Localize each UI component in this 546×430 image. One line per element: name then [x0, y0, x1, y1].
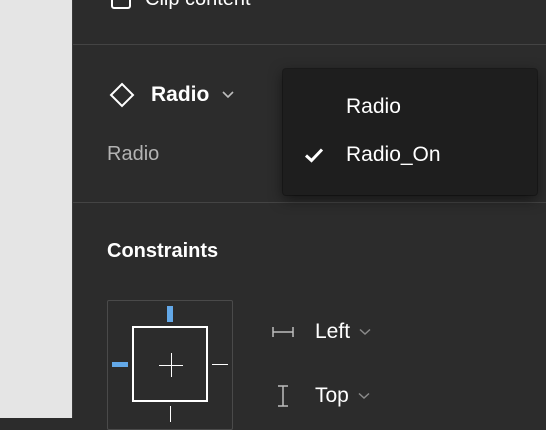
variant-property-label: Radio [107, 143, 160, 165]
constraint-center-box[interactable] [132, 326, 208, 402]
vertical-constraint-value: Top [315, 384, 349, 407]
variant-dropdown-menu: Radio Radio_On [283, 69, 537, 195]
diamond-icon [107, 80, 137, 110]
clip-content-label: Clip content [145, 0, 251, 11]
dropdown-item-radio[interactable]: Radio [283, 87, 537, 127]
constraint-left-handle[interactable] [112, 362, 128, 367]
checkmark-icon [303, 144, 325, 166]
section-divider [73, 202, 546, 203]
constraint-widget[interactable] [107, 300, 233, 430]
plus-icon-bar [159, 365, 183, 366]
horizontal-constraint-icon [271, 320, 295, 344]
constraint-right-handle[interactable] [212, 364, 228, 365]
vertical-constraint-icon [271, 384, 295, 408]
chevron-down-icon [358, 325, 372, 339]
dropdown-item-label: Radio_On [346, 143, 441, 166]
canvas-area [0, 0, 72, 418]
chevron-down-icon [357, 389, 371, 403]
dropdown-item-radio-on[interactable]: Radio_On [283, 135, 537, 175]
component-header[interactable]: Radio [107, 80, 237, 110]
chevron-down-icon[interactable] [219, 86, 237, 104]
clip-content-checkbox[interactable] [111, 0, 131, 9]
dropdown-item-label: Radio [346, 95, 401, 118]
vertical-constraint-select[interactable]: Top [271, 382, 371, 410]
component-name: Radio [151, 83, 210, 106]
constraint-top-handle[interactable] [167, 306, 173, 322]
design-panel: Clip content Radio Radio Constraints [72, 0, 546, 430]
clip-content-row[interactable]: Clip content [111, 0, 251, 12]
horizontal-constraint-select[interactable]: Left [271, 318, 372, 346]
constraints-title: Constraints [107, 240, 219, 262]
section-divider [73, 44, 546, 45]
constraint-bottom-handle[interactable] [170, 406, 171, 422]
horizontal-constraint-value: Left [315, 320, 351, 343]
